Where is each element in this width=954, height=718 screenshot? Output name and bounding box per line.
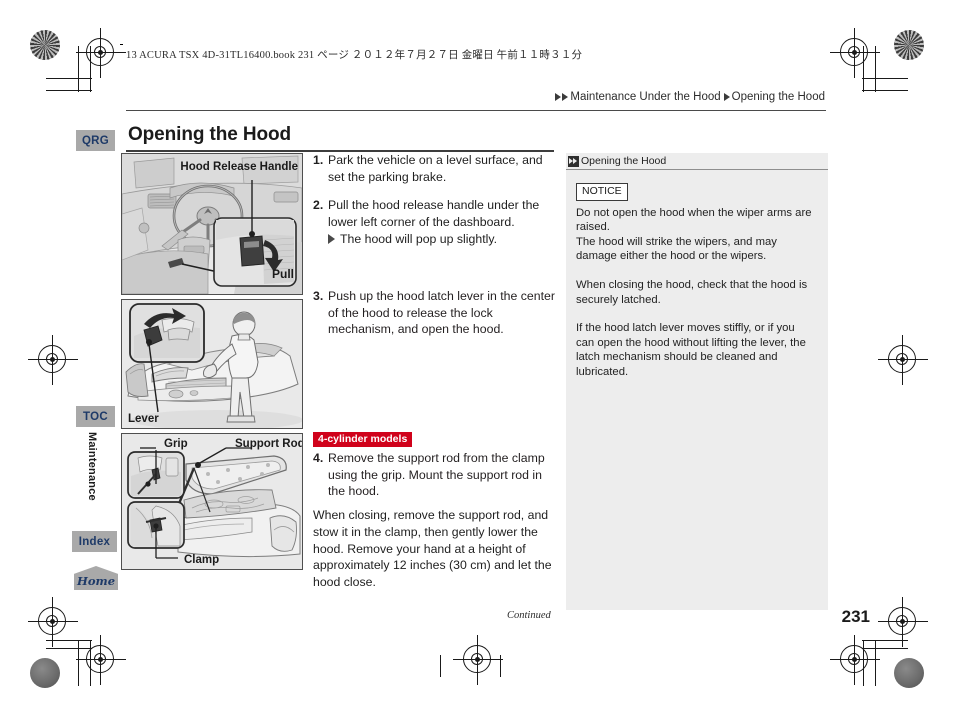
crop-mark-top-right (862, 46, 908, 92)
crop-mark-bottom-right (862, 626, 908, 686)
figure-hood-release-handle: Hood Release Handle Pull (121, 153, 303, 295)
info-panel-title: Opening the Hood (581, 155, 667, 167)
page-number: 231 (841, 607, 870, 626)
step-3-wrapper: 3. Push up the hood latch lever in the c… (313, 288, 557, 350)
step-4: 4. Remove the support rod from the clamp… (313, 450, 557, 500)
breadcrumb-section[interactable]: Maintenance Under the Hood (570, 91, 720, 103)
info-panel-header: Opening the Hood (566, 153, 828, 170)
registration-cross-mid-right (878, 335, 928, 385)
step-text: Park the vehicle on a level surface, and… (328, 153, 543, 184)
closing-paragraph: When closing, remove the support rod, an… (313, 508, 552, 590)
figure-hood-latch-lever: Lever (121, 299, 303, 429)
print-book-line: 13 ACURA TSX 4D-31TL16400.book 231 ページ ２… (126, 50, 583, 61)
substep-text: The hood will pop up slightly. (340, 232, 497, 247)
breadcrumb: Maintenance Under the Hood Opening the H… (555, 91, 828, 103)
sidebar-item-index[interactable]: Index (72, 531, 117, 552)
info-panel: Opening the Hood NOTICE Do not open the … (566, 153, 828, 610)
notice-paragraph: The hood will strike the wipers, and may… (576, 235, 777, 263)
step-text: Push up the hood latch lever in the cent… (328, 289, 555, 337)
step-text: Remove the support rod from the clamp us… (328, 451, 545, 499)
notice-paragraph: If the hood latch lever moves stiffly, o… (576, 322, 806, 378)
crop-mark-top-left (46, 46, 92, 92)
variant-badge-4cylinder: 4-cylinder models (313, 432, 413, 447)
breadcrumb-triangle-icon (562, 93, 569, 101)
home-label: Home (76, 574, 116, 588)
notice-paragraph: When closing the hood, check that the ho… (576, 278, 808, 306)
continued-note: Continued (507, 610, 551, 621)
instruction-steps: 1. Park the vehicle on a level surface, … (313, 152, 557, 260)
registration-cross-bottom-center (453, 635, 503, 685)
step-2: 2. Pull the hood release handle under th… (313, 197, 557, 248)
step-1: 1. Park the vehicle on a level surface, … (313, 152, 557, 185)
sidebar-item-home[interactable]: Home (74, 566, 118, 590)
figure-label-pull: Pull (272, 267, 294, 281)
double-chevron-icon (568, 155, 579, 167)
step-substep: The hood will pop up slightly. (328, 231, 557, 248)
figure-label-lever: Lever (128, 413, 159, 425)
page-title: Opening the Hood (128, 124, 292, 145)
figure-label-clamp: Clamp (184, 554, 219, 566)
book-line-rule (120, 44, 123, 45)
breadcrumb-current-page: Opening the Hood (731, 91, 825, 103)
figure-label-hood-release-handle: Hood Release Handle (180, 161, 298, 173)
figure-support-rod: Grip Support Rod Clamp (121, 433, 303, 570)
step-number: 1. (313, 153, 324, 167)
breadcrumb-triangle-icon (555, 93, 562, 101)
substep-triangle-icon (328, 234, 335, 245)
step-text: Pull the hood release handle under the l… (328, 198, 540, 229)
step-number: 3. (313, 289, 324, 303)
step-3: 3. Push up the hood latch lever in the c… (313, 288, 557, 338)
breadcrumb-triangle-icon (723, 93, 730, 101)
step-4-wrapper: 4-cylinder models 4. Remove the support … (313, 429, 557, 512)
figure-label-grip: Grip (164, 438, 188, 450)
chapter-tab-maintenance[interactable]: Maintenance (82, 432, 98, 522)
figure-label-support-rod: Support Rod (235, 438, 302, 450)
info-panel-body: NOTICE Do not open the hood when the wip… (566, 170, 828, 380)
registration-cross-mid-left (28, 335, 78, 385)
header-divider (126, 110, 826, 111)
step-number: 2. (313, 198, 324, 213)
sidebar-item-toc[interactable]: TOC (76, 406, 115, 427)
sidebar-item-qrg[interactable]: QRG (76, 130, 115, 151)
notice-paragraph: Do not open the hood when the wiper arms… (576, 206, 812, 234)
crop-mark-bottom-left (46, 626, 92, 686)
step-number: 4. (313, 451, 324, 465)
notice-label: NOTICE (576, 183, 628, 201)
